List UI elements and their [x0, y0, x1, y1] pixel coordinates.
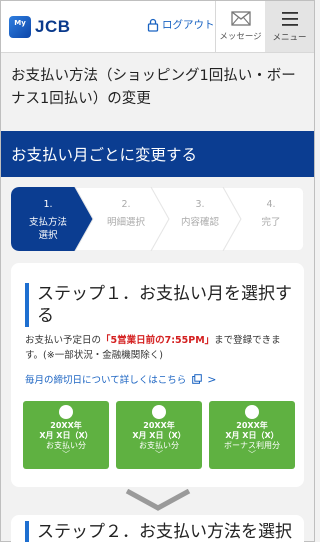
tile-year: 20XX年 [143, 421, 175, 430]
chevron-down-icon [125, 489, 191, 511]
radio-icon [245, 405, 259, 419]
jcb-logo[interactable]: My JCB [9, 16, 71, 38]
progress-stepper: 1. 支払方法 選択 2. 明細選択 3. 内容確認 4. 完了 [11, 187, 304, 251]
hamburger-icon [281, 12, 298, 26]
tile-date: X月 X日（X） [225, 431, 279, 440]
app-header: My JCB ログアウト メッセージ メニュー [1, 1, 314, 53]
step-number: 1. [43, 199, 53, 210]
radio-icon [59, 405, 73, 419]
logout-label: ログアウト [162, 19, 215, 31]
logo-text: JCB [35, 17, 71, 36]
step-4: 4. 完了 [239, 187, 303, 251]
step-3: 3. 内容確認 [167, 187, 233, 251]
tile-year: 20XX年 [236, 421, 268, 430]
message-button[interactable]: メッセージ [215, 1, 265, 52]
logout-link[interactable]: ログアウト [147, 17, 215, 32]
step-1: 1. 支払方法 選択 [17, 187, 79, 251]
external-link-icon [192, 374, 203, 384]
step2-heading: ステップ２．お支払い方法を選択 [25, 521, 305, 542]
chevron-right-icon: > [207, 372, 217, 386]
step-number: 2. [121, 199, 131, 210]
step1-heading: ステップ１．お支払い月を選択する [25, 283, 297, 327]
logo-badge: My [9, 16, 31, 38]
closing-date-link[interactable]: 毎月の締切日について詳しくはこちら > [25, 372, 217, 387]
step-label: 支払方法 選択 [28, 217, 67, 241]
menu-button[interactable]: メニュー [265, 1, 314, 52]
month-tile-3[interactable]: 20XX年 X月 X日（X） ボーナス利用分 ﹀ [209, 401, 295, 469]
month-tile-1[interactable]: 20XX年 X月 X日（X） お支払い分 ﹀ [23, 401, 109, 469]
tile-date: X月 X日（X） [39, 431, 93, 440]
lock-icon [147, 18, 159, 32]
step-number: 4. [266, 199, 276, 210]
chevron-down-icon: ﹀ [62, 450, 70, 459]
step-label: 内容確認 [180, 217, 219, 228]
tile-year: 20XX年 [50, 421, 82, 430]
step-label: 明細選択 [106, 217, 145, 228]
section-banner: お支払い月ごとに変更する [1, 131, 314, 177]
step2-card: ステップ２．お支払い方法を選択 [11, 515, 304, 542]
desc-before: お支払い予定日の [25, 335, 102, 346]
month-tile-2[interactable]: 20XX年 X月 X日（X） お支払い分 ﹀ [116, 401, 202, 469]
closing-date-link-label: 毎月の締切日について詳しくはこちら [25, 375, 187, 386]
step-label: 完了 [261, 217, 281, 228]
message-label: メッセージ [219, 32, 262, 42]
tile-date: X月 X日（X） [132, 431, 186, 440]
menu-label: メニュー [272, 33, 307, 43]
step-number: 3. [195, 199, 205, 210]
chevron-down-icon: ﹀ [155, 450, 163, 459]
step1-card: ステップ１．お支払い月を選択する お支払い予定日の「5営業日前の7:55PM」ま… [11, 263, 304, 487]
desc-highlight: 「5営業日前の7:55PM」 [101, 335, 215, 346]
step1-description: お支払い予定日の「5営業日前の7:55PM」まで登録できます。(※一部状況・金融… [25, 333, 297, 363]
chevron-down-icon: ﹀ [248, 450, 256, 459]
envelope-icon [230, 11, 251, 26]
radio-icon [152, 405, 166, 419]
page-title: お支払い方法（ショッピング1回払い・ボーナス1回払い）の変更 [11, 68, 296, 107]
step-2: 2. 明細選択 [93, 187, 159, 251]
